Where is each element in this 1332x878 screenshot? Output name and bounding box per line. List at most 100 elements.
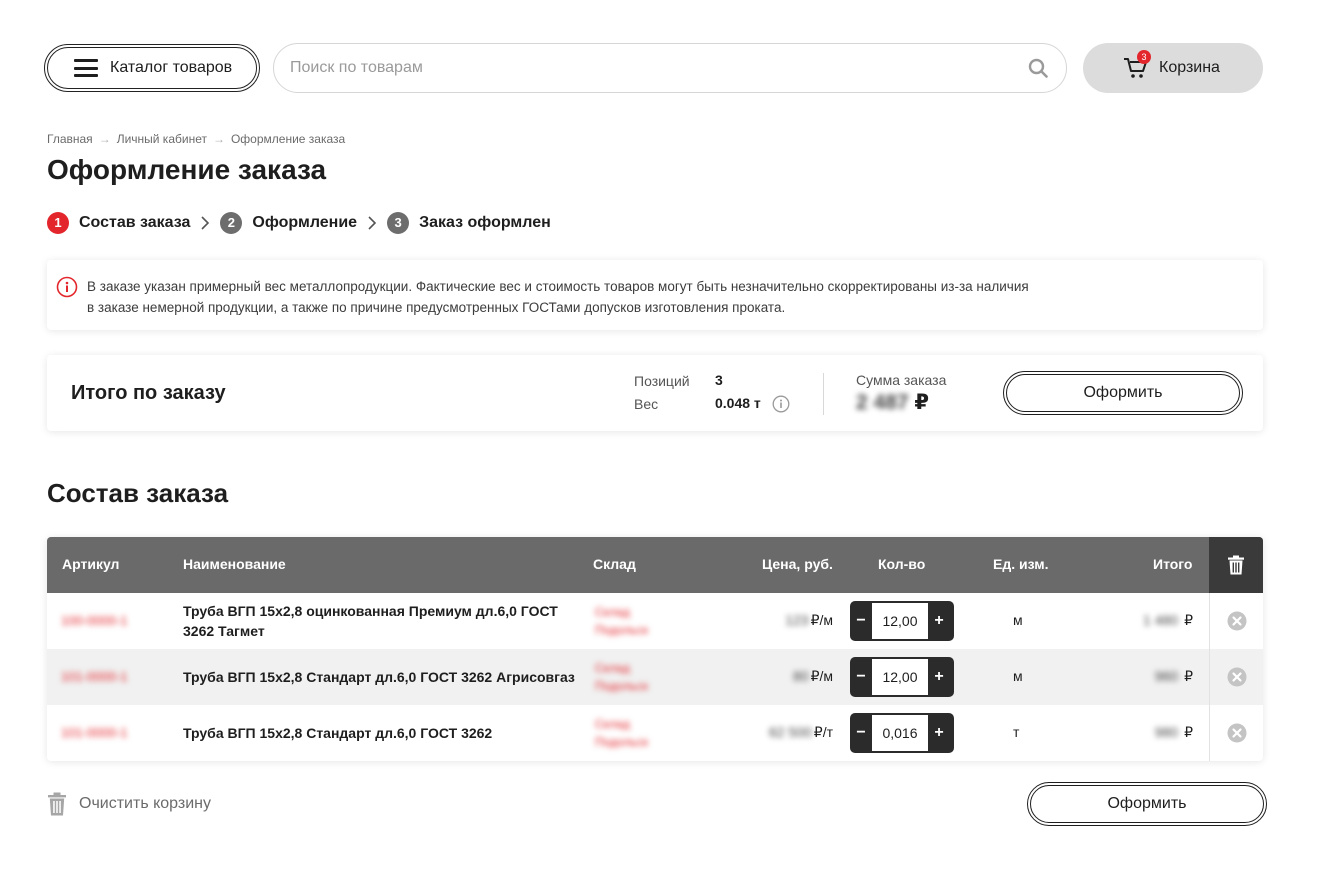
step-number: 1 (47, 212, 69, 234)
clear-cart-label: Очистить корзину (79, 795, 211, 812)
summary-title: Итого по заказу (71, 382, 226, 404)
total-number: 980 (1154, 724, 1179, 740)
column-name: Наименование (183, 556, 286, 572)
quantity-input[interactable] (872, 715, 928, 751)
increment-button[interactable]: + (928, 657, 950, 697)
table-header: Артикул Наименование Склад Цена, руб. Ко… (47, 537, 1263, 593)
sum-amount: 2 487 ₽ (856, 390, 929, 415)
sum-value: 2 487 (856, 391, 909, 414)
unit-value: т (1013, 724, 1020, 740)
breadcrumb-account[interactable]: Личный кабинет (117, 132, 207, 146)
row-total: 1 480 ₽ (1143, 612, 1193, 629)
table-row: 100-0000-1 Труба ВГП 15х2,8 оцинкованная… (47, 593, 1263, 649)
decrement-button[interactable]: − (850, 601, 872, 641)
remove-item-button[interactable] (1209, 649, 1263, 705)
breadcrumb: Главная → Личный кабинет → Оформление за… (47, 132, 345, 146)
positions-value: 3 (715, 372, 723, 388)
row-total: 960 ₽ (1155, 668, 1193, 685)
remove-item-button[interactable] (1209, 705, 1263, 761)
bottom-checkout-button[interactable]: Оформить (1027, 782, 1267, 826)
increment-button[interactable]: + (928, 713, 950, 753)
remove-item-button[interactable] (1209, 593, 1263, 649)
step-label: Состав заказа (79, 214, 191, 231)
step-composition: 1 Состав заказа (47, 212, 190, 234)
breadcrumb-arrow-icon: → (212, 132, 225, 146)
breadcrumb-home[interactable]: Главная (47, 132, 93, 146)
product-name[interactable]: Труба ВГП 15х2,8 оцинкованная Премиум дл… (183, 601, 583, 641)
row-total: 980 ₽ (1155, 724, 1193, 741)
warehouse-line: Подольск (595, 679, 648, 693)
info-icon[interactable] (772, 395, 790, 413)
weight-label: Вес (634, 396, 659, 412)
unit-value: м (1013, 612, 1023, 628)
quantity-input[interactable] (872, 603, 928, 639)
article-value[interactable]: 101-0000-1 (61, 669, 128, 684)
column-price: Цена, руб. (762, 556, 833, 572)
warehouse-line: Подольск (595, 623, 648, 637)
article-value[interactable]: 100-0000-1 (61, 613, 128, 628)
price-value: 80 ₽/м (793, 668, 833, 685)
sum-currency: ₽ (914, 391, 930, 414)
close-circle-icon (1227, 667, 1246, 687)
order-table: Артикул Наименование Склад Цена, руб. Ко… (47, 537, 1263, 761)
step-label: Заказ оформлен (419, 214, 551, 231)
cart-button-label: Корзина (1159, 59, 1220, 76)
column-article: Артикул (62, 556, 120, 572)
total-number: 960 (1154, 668, 1179, 684)
total-number: 1 480 (1143, 612, 1179, 628)
positions-label: Позиций (634, 373, 690, 389)
warehouse-value: Склад Подольск (595, 715, 648, 751)
price-number: 80 (793, 668, 809, 684)
cart-button[interactable]: 3 Корзина (1083, 43, 1263, 93)
total-currency: ₽ (1184, 612, 1193, 628)
article-value[interactable]: 101-0000-1 (61, 725, 128, 740)
trash-icon (1228, 555, 1244, 575)
clear-cart-button[interactable]: Очистить корзину (47, 792, 211, 816)
cart-count-badge: 3 (1137, 50, 1151, 64)
breadcrumb-arrow-icon: → (98, 132, 111, 146)
weight-notice: В заказе указан примерный вес металлопро… (47, 260, 1263, 330)
trash-icon (48, 792, 66, 816)
delete-all-button[interactable] (1209, 537, 1263, 593)
page-title: Оформление заказа (47, 154, 327, 185)
unit-value: м (1013, 668, 1023, 684)
column-qty: Кол-во (878, 556, 926, 572)
checkout-steps: 1 Состав заказа 2 Оформление 3 Заказ офо… (47, 212, 551, 234)
decrement-button[interactable]: − (850, 657, 872, 697)
warehouse-line: Склад (595, 605, 630, 619)
info-alert-icon (56, 276, 78, 298)
quantity-stepper: − + (850, 657, 954, 697)
price-value: 123 ₽/м (785, 612, 833, 629)
quantity-input[interactable] (872, 659, 928, 695)
warehouse-line: Склад (595, 717, 630, 731)
weight-value: 0.048 т (715, 395, 761, 411)
section-title: Состав заказа (47, 478, 229, 508)
breadcrumb-current: Оформление заказа (230, 132, 346, 146)
product-name[interactable]: Труба ВГП 15х2,8 Стандарт дл.6,0 ГОСТ 32… (183, 667, 593, 687)
decrement-button[interactable]: − (850, 713, 872, 753)
step-completed: 3 Заказ оформлен (387, 212, 551, 234)
quantity-stepper: − + (850, 713, 954, 753)
price-unit: ₽/т (813, 724, 833, 740)
warehouse-line: Подольск (595, 735, 648, 749)
total-currency: ₽ (1184, 724, 1193, 740)
price-unit: ₽/м (810, 668, 833, 684)
checkout-button[interactable]: Оформить (1003, 371, 1243, 415)
column-unit: Ед. изм. (993, 556, 1049, 572)
notice-line-2: в заказе немерной продукции, а также по … (87, 300, 786, 315)
product-name[interactable]: Труба ВГП 15х2,8 Стандарт дл.6,0 ГОСТ 32… (183, 723, 583, 743)
catalog-button-label: Каталог товаров (110, 59, 233, 76)
menu-icon (74, 59, 98, 77)
search-icon[interactable] (1028, 58, 1048, 78)
catalog-button[interactable]: Каталог товаров (44, 44, 260, 92)
increment-button[interactable]: + (928, 601, 950, 641)
search-bar (273, 43, 1067, 93)
search-input[interactable] (290, 59, 1010, 77)
summary-divider (823, 373, 824, 415)
price-number: 123 (785, 612, 809, 628)
close-circle-icon (1227, 723, 1246, 743)
step-checkout: 2 Оформление (220, 212, 357, 234)
order-summary: Итого по заказу Позиций 3 Вес 0.048 т Су… (47, 355, 1263, 431)
quantity-stepper: − + (850, 601, 954, 641)
step-label: Оформление (252, 214, 358, 231)
